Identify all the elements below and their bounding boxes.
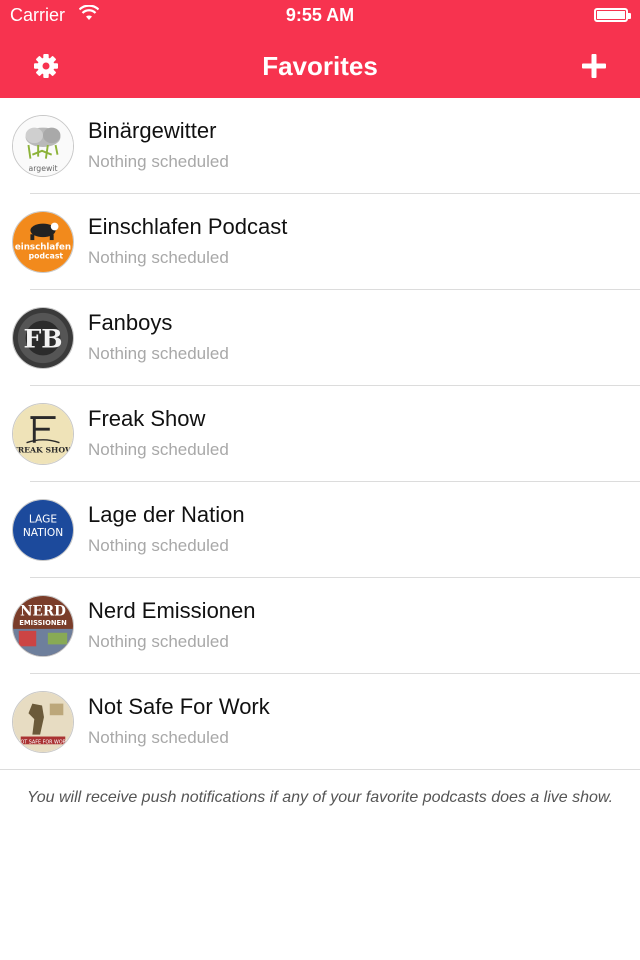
status-bar: Carrier 9:55 AM: [0, 0, 640, 32]
battery-icon: [594, 8, 631, 22]
avatar-text: argewit: [29, 164, 58, 173]
favorite-row-einschlafen-podcast[interactable]: einschlafen podcast Einschlafen Podcast …: [0, 194, 640, 290]
podcast-avatar: NOT SAFE FOR WORK: [12, 691, 74, 753]
podcast-schedule: Nothing scheduled: [88, 632, 229, 651]
avatar-text: NOT SAFE FOR WORK: [17, 739, 70, 745]
avatar-text: FREAK SHOW: [13, 445, 73, 454]
podcast-title: Fanboys: [88, 310, 173, 335]
page-title: Favorites: [262, 51, 378, 81]
podcast-schedule: Nothing scheduled: [88, 248, 229, 267]
podcast-schedule: Nothing scheduled: [88, 728, 229, 747]
navigation-bar: Favorites: [0, 32, 640, 98]
avatar-text: podcast: [29, 251, 64, 260]
podcast-title: Freak Show: [88, 406, 206, 431]
favorite-row-nerd-emissionen[interactable]: NERD EMISSIONEN Nerd Emissionen Nothing …: [0, 578, 640, 674]
favorite-row-lage-der-nation[interactable]: LAGE NATION Lage der Nation Nothing sche…: [0, 482, 640, 578]
podcast-title: Binärgewitter: [88, 118, 217, 143]
podcast-title: Not Safe For Work: [88, 694, 270, 719]
push-notification-note: You will receive push notifications if a…: [26, 789, 614, 806]
podcast-avatar: FB: [12, 307, 74, 369]
favorite-row-fanboys[interactable]: FB Fanboys Nothing scheduled: [0, 290, 640, 386]
podcast-title: Nerd Emissionen: [88, 598, 256, 623]
favorite-row-binaergewitter[interactable]: argewit Binärgewitter Nothing scheduled: [0, 98, 640, 194]
favorite-row-not-safe-for-work[interactable]: NOT SAFE FOR WORK Not Safe For Work Noth…: [0, 674, 640, 770]
add-favorite-button[interactable]: [574, 46, 614, 86]
avatar-text: NATION: [23, 526, 63, 539]
podcast-avatar: argewit: [12, 115, 74, 177]
avatar-text: EMISSIONEN: [19, 619, 67, 627]
plus-icon: [582, 54, 606, 78]
podcast-avatar: LAGE NATION: [12, 499, 74, 561]
favorite-row-freak-show[interactable]: FREAK SHOW Freak Show Nothing scheduled: [0, 386, 640, 482]
podcast-avatar: einschlafen podcast: [12, 211, 74, 273]
avatar-text: LAGE: [29, 512, 57, 525]
podcast-schedule: Nothing scheduled: [88, 536, 229, 555]
podcast-avatar: FREAK SHOW: [12, 403, 74, 465]
podcast-avatar: NERD EMISSIONEN: [12, 595, 74, 657]
podcast-schedule: Nothing scheduled: [88, 344, 229, 363]
podcast-schedule: Nothing scheduled: [88, 152, 229, 171]
avatar-text: FB: [23, 324, 62, 354]
favorites-list: argewit Binärgewitter Nothing scheduled …: [0, 98, 640, 770]
avatar-text: NERD: [20, 603, 66, 619]
podcast-schedule: Nothing scheduled: [88, 440, 229, 459]
status-time: 9:55 AM: [285, 5, 355, 25]
app-header: Carrier 9:55 AM Favorites: [0, 0, 640, 98]
podcast-title: Einschlafen Podcast: [88, 214, 288, 239]
podcast-title: Lage der Nation: [88, 502, 245, 527]
